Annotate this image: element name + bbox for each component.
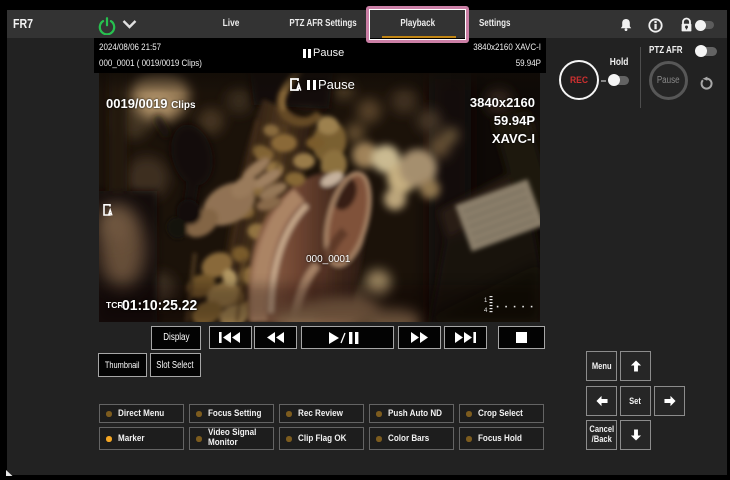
svg-text:1: 1 <box>484 298 488 304</box>
svg-text:4: 4 <box>484 308 488 314</box>
